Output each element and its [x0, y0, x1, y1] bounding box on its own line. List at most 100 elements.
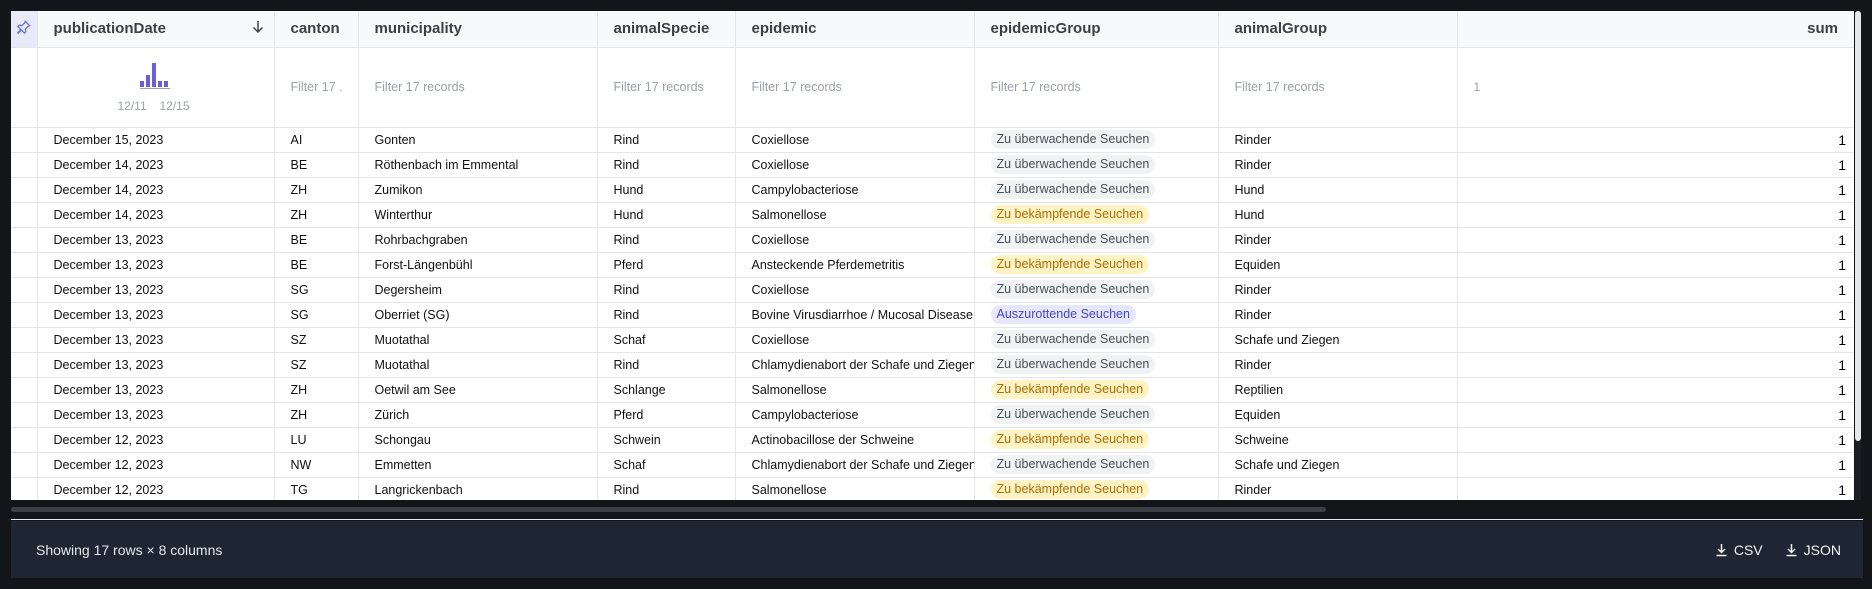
- cell-publicationDate[interactable]: December 12, 2023: [37, 477, 275, 500]
- cell-publicationDate[interactable]: December 13, 2023: [37, 277, 275, 303]
- canton-filter-input[interactable]: [290, 80, 342, 94]
- cell-municipality[interactable]: Schongau: [358, 427, 598, 453]
- cell-animalSpecie[interactable]: Schlange: [597, 377, 736, 403]
- cell-sum[interactable]: 1: [1457, 127, 1854, 153]
- table-row[interactable]: December 14, 2023 ZH Winterthur Hund Salmone…: [11, 202, 1854, 228]
- cell-municipality[interactable]: Winterthur: [358, 202, 598, 228]
- column-header-publicationDate[interactable]: publicationDate: [37, 11, 275, 48]
- cell-animalSpecie[interactable]: Hund: [597, 177, 736, 203]
- cell-animalGroup[interactable]: Rinder: [1218, 302, 1458, 328]
- cell-municipality[interactable]: Gonten: [358, 127, 598, 153]
- cell-epidemic[interactable]: Coxiellose: [735, 127, 975, 153]
- cell-animalGroup[interactable]: Rinder: [1218, 152, 1458, 178]
- cell-publicationDate[interactable]: December 13, 2023: [37, 402, 275, 428]
- vertical-scrollbar-thumb[interactable]: [1855, 11, 1861, 441]
- cell-sum[interactable]: 1: [1457, 477, 1854, 500]
- cell-animalSpecie[interactable]: Pferd: [597, 402, 736, 428]
- table-row[interactable]: December 13, 2023 SG Degersheim Rind Coxiell…: [11, 277, 1854, 303]
- histogram-bar[interactable]: [151, 63, 156, 87]
- cell-publicationDate[interactable]: December 15, 2023: [37, 127, 275, 153]
- cell-animalGroup[interactable]: Hund: [1218, 177, 1458, 203]
- cell-epidemicGroup[interactable]: Zu bekämpfende Seuchen: [974, 377, 1219, 403]
- cell-epidemic[interactable]: Salmonellose: [735, 377, 975, 403]
- cell-municipality[interactable]: Forst-Längenbühl: [358, 252, 598, 278]
- cell-animalGroup[interactable]: Rinder: [1218, 277, 1458, 303]
- municipality-filter-input[interactable]: [374, 80, 581, 94]
- table-row[interactable]: December 13, 2023 SG Oberriet (SG) Rind Bovi…: [11, 302, 1854, 328]
- histogram-chart[interactable]: [139, 63, 172, 91]
- cell-animalSpecie[interactable]: Schaf: [597, 327, 736, 353]
- cell-publicationDate[interactable]: December 13, 2023: [37, 352, 275, 378]
- cell-animalGroup[interactable]: Reptilien: [1218, 377, 1458, 403]
- epidemic-filter-input[interactable]: [751, 80, 958, 94]
- column-header-canton[interactable]: canton: [274, 11, 359, 48]
- cell-canton[interactable]: AI: [274, 127, 359, 153]
- cell-sum[interactable]: 1: [1457, 402, 1854, 428]
- animalSpecie-filter-input[interactable]: [613, 80, 719, 94]
- cell-municipality[interactable]: Rohrbachgraben: [358, 227, 598, 253]
- cell-animalSpecie[interactable]: Rind: [597, 352, 736, 378]
- cell-animalSpecie[interactable]: Rind: [597, 127, 736, 153]
- vertical-scrollbar[interactable]: [1855, 11, 1861, 500]
- cell-epidemicGroup[interactable]: Zu überwachende Seuchen: [974, 127, 1219, 153]
- cell-animalGroup[interactable]: Rinder: [1218, 352, 1458, 378]
- cell-epidemic[interactable]: Campylobacteriose: [735, 402, 975, 428]
- cell-publicationDate[interactable]: December 13, 2023: [37, 227, 275, 253]
- cell-publicationDate[interactable]: December 13, 2023: [37, 302, 275, 328]
- cell-canton[interactable]: SG: [274, 302, 359, 328]
- table-row[interactable]: December 14, 2023 BE Röthenbach im Emmenta…: [11, 152, 1854, 178]
- cell-canton[interactable]: ZH: [274, 177, 359, 203]
- histogram-bar[interactable]: [145, 75, 150, 87]
- column-header-animalSpecie[interactable]: animalSpecie: [597, 11, 736, 48]
- cell-sum[interactable]: 1: [1457, 277, 1854, 303]
- cell-canton[interactable]: NW: [274, 452, 359, 478]
- cell-municipality[interactable]: Oetwil am See: [358, 377, 598, 403]
- cell-sum[interactable]: 1: [1457, 352, 1854, 378]
- table-row[interactable]: December 14, 2023 ZH Zumikon Hund Campylobac…: [11, 177, 1854, 203]
- table-row[interactable]: December 15, 2023 AI Gonten Rind Coxiellose Z…: [11, 127, 1854, 153]
- cell-epidemicGroup[interactable]: Zu bekämpfende Seuchen: [974, 477, 1219, 500]
- download-json-button[interactable]: JSON: [1785, 542, 1841, 558]
- cell-publicationDate[interactable]: December 12, 2023: [37, 427, 275, 453]
- cell-sum[interactable]: 1: [1457, 177, 1854, 203]
- cell-epidemicGroup[interactable]: Zu überwachende Seuchen: [974, 352, 1219, 378]
- cell-municipality[interactable]: Langrickenbach: [358, 477, 598, 500]
- cell-epidemicGroup[interactable]: Zu überwachende Seuchen: [974, 177, 1219, 203]
- table-row[interactable]: December 13, 2023 ZH Oetwil am See Schlange…: [11, 377, 1854, 403]
- cell-publicationDate[interactable]: December 12, 2023: [37, 452, 275, 478]
- column-header-epidemicGroup[interactable]: epidemicGroup: [974, 11, 1219, 48]
- cell-animalSpecie[interactable]: Schwein: [597, 427, 736, 453]
- cell-epidemic[interactable]: Coxiellose: [735, 277, 975, 303]
- cell-publicationDate[interactable]: December 14, 2023: [37, 202, 275, 228]
- cell-epidemicGroup[interactable]: Zu bekämpfende Seuchen: [974, 202, 1219, 228]
- cell-sum[interactable]: 1: [1457, 452, 1854, 478]
- cell-canton[interactable]: SZ: [274, 327, 359, 353]
- cell-epidemic[interactable]: Campylobacteriose: [735, 177, 975, 203]
- cell-canton[interactable]: ZH: [274, 402, 359, 428]
- date-histogram[interactable]: 12/11 12/15: [38, 59, 274, 115]
- cell-epidemicGroup[interactable]: Zu überwachende Seuchen: [974, 327, 1219, 353]
- cell-epidemic[interactable]: Actinobacillose der Schweine: [735, 427, 975, 453]
- cell-canton[interactable]: LU: [274, 427, 359, 453]
- cell-epidemicGroup[interactable]: Auszurottende Seuchen: [974, 302, 1219, 328]
- cell-canton[interactable]: BE: [274, 152, 359, 178]
- cell-sum[interactable]: 1: [1457, 252, 1854, 278]
- cell-canton[interactable]: ZH: [274, 202, 359, 228]
- table-row[interactable]: December 13, 2023 SZ Muotathal Rind Chlamydi…: [11, 352, 1854, 378]
- histogram-bar[interactable]: [139, 81, 144, 87]
- cell-animalGroup[interactable]: Schafe und Ziegen: [1218, 327, 1458, 353]
- cell-animalSpecie[interactable]: Rind: [597, 152, 736, 178]
- cell-animalSpecie[interactable]: Pferd: [597, 252, 736, 278]
- histogram-bar[interactable]: [157, 81, 162, 87]
- cell-municipality[interactable]: Röthenbach im Emmental: [358, 152, 598, 178]
- cell-canton[interactable]: SZ: [274, 352, 359, 378]
- cell-publicationDate[interactable]: December 13, 2023: [37, 327, 275, 353]
- cell-animalGroup[interactable]: Schweine: [1218, 427, 1458, 453]
- table-row[interactable]: December 13, 2023 BE Forst-Längenbühl Pferd…: [11, 252, 1854, 278]
- column-header-epidemic[interactable]: epidemic: [735, 11, 975, 48]
- cell-animalGroup[interactable]: Rinder: [1218, 477, 1458, 500]
- cell-animalGroup[interactable]: Equiden: [1218, 252, 1458, 278]
- cell-sum[interactable]: 1: [1457, 227, 1854, 253]
- cell-epidemic[interactable]: Coxiellose: [735, 152, 975, 178]
- cell-epidemic[interactable]: Chlamydienabort der Schafe und Ziegen: [735, 352, 975, 378]
